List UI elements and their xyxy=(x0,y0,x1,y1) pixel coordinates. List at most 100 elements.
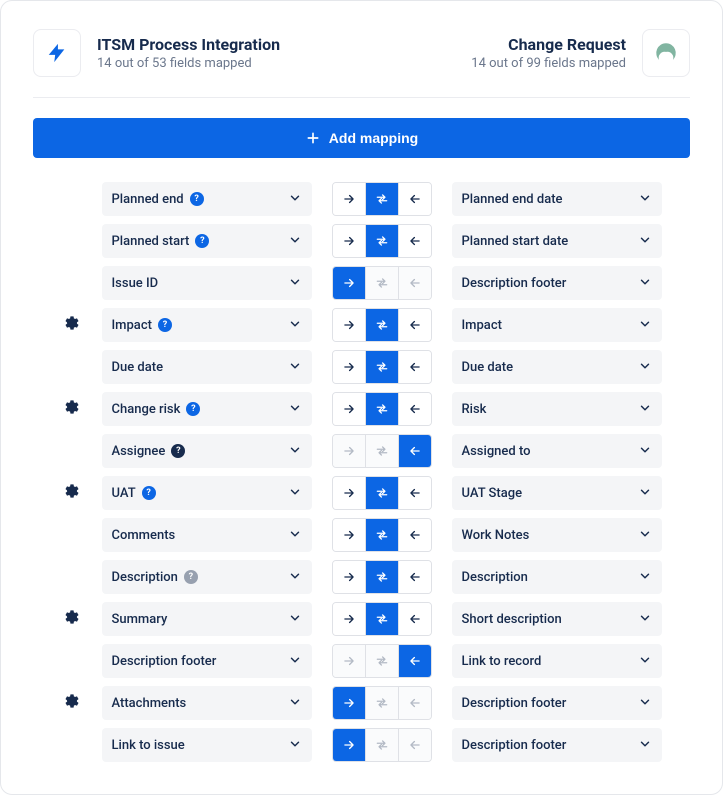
direction-toggle xyxy=(332,518,432,552)
help-icon[interactable]: ? xyxy=(190,192,204,206)
right-field-select[interactable]: Short description xyxy=(452,602,662,636)
direction-left-button[interactable] xyxy=(398,645,431,677)
direction-left-button xyxy=(398,729,431,761)
right-field-select[interactable]: Description footer xyxy=(452,728,662,762)
direction-left-button[interactable] xyxy=(398,519,431,551)
direction-both-button[interactable] xyxy=(365,561,398,593)
direction-both-button[interactable] xyxy=(365,477,398,509)
direction-right-button[interactable] xyxy=(333,603,365,635)
direction-toggle xyxy=(332,266,432,300)
direction-right-button[interactable] xyxy=(333,225,365,257)
direction-right-button[interactable] xyxy=(333,729,365,761)
right-field-select[interactable]: Impact xyxy=(452,308,662,342)
field-label-text: Description footer xyxy=(462,276,567,291)
right-field-select[interactable]: Description footer xyxy=(452,266,662,300)
gear-icon[interactable] xyxy=(64,693,80,713)
mapping-row: Planned end? Planned end date xyxy=(33,182,690,216)
direction-right-button xyxy=(333,435,365,467)
gear-cell xyxy=(62,399,82,419)
direction-right-button[interactable] xyxy=(333,309,365,341)
help-icon[interactable]: ? xyxy=(171,444,185,458)
direction-left-button[interactable] xyxy=(398,393,431,425)
source-app-icon xyxy=(33,29,81,77)
right-field-label: Planned start date xyxy=(462,234,569,249)
direction-both-button[interactable] xyxy=(365,351,398,383)
direction-toggle xyxy=(332,224,432,258)
direction-both-button[interactable] xyxy=(365,519,398,551)
right-field-select[interactable]: Planned end date xyxy=(452,182,662,216)
chevron-down-icon xyxy=(288,274,302,293)
direction-toggle xyxy=(332,350,432,384)
right-field-select[interactable]: Link to record xyxy=(452,644,662,678)
direction-both-button[interactable] xyxy=(365,183,398,215)
left-field-select[interactable]: Attachments xyxy=(102,686,312,720)
gear-icon[interactable] xyxy=(64,315,80,335)
field-label-text: Work Notes xyxy=(462,528,530,543)
right-field-select[interactable]: Work Notes xyxy=(452,518,662,552)
gear-icon[interactable] xyxy=(64,483,80,503)
direction-right-button[interactable] xyxy=(333,687,365,719)
left-field-select[interactable]: Change risk? xyxy=(102,392,312,426)
right-field-select[interactable]: Due date xyxy=(452,350,662,384)
direction-left-button[interactable] xyxy=(398,309,431,341)
left-field-select[interactable]: Description? xyxy=(102,560,312,594)
direction-right-button[interactable] xyxy=(333,561,365,593)
direction-right-button[interactable] xyxy=(333,519,365,551)
left-field-select[interactable]: Due date xyxy=(102,350,312,384)
gear-icon[interactable] xyxy=(64,609,80,629)
left-field-label: Issue ID xyxy=(112,276,159,291)
direction-both-button[interactable] xyxy=(365,309,398,341)
header-left-text: ITSM Process Integration 14 out of 53 fi… xyxy=(97,35,280,71)
direction-left-button[interactable] xyxy=(398,477,431,509)
direction-left-button[interactable] xyxy=(398,561,431,593)
help-icon[interactable]: ? xyxy=(186,402,200,416)
help-icon[interactable]: ? xyxy=(142,486,156,500)
direction-right-button[interactable] xyxy=(333,267,365,299)
chevron-down-icon xyxy=(288,568,302,587)
right-field-select[interactable]: Planned start date xyxy=(452,224,662,258)
help-icon[interactable]: ? xyxy=(184,570,198,584)
mapping-row: Planned start? Planned start date xyxy=(33,224,690,258)
right-field-label: Description footer xyxy=(462,696,567,711)
direction-left-button[interactable] xyxy=(398,225,431,257)
right-field-select[interactable]: UAT Stage xyxy=(452,476,662,510)
field-label-text: Comments xyxy=(112,528,176,543)
right-field-select[interactable]: Description footer xyxy=(452,686,662,720)
left-field-select[interactable]: Impact? xyxy=(102,308,312,342)
gear-icon[interactable] xyxy=(64,399,80,419)
direction-left-button[interactable] xyxy=(398,183,431,215)
right-field-select[interactable]: Assigned to xyxy=(452,434,662,468)
left-field-select[interactable]: Link to issue xyxy=(102,728,312,762)
left-field-select[interactable]: Description footer xyxy=(102,644,312,678)
field-label-text: Planned end xyxy=(112,192,184,207)
right-field-select[interactable]: Risk xyxy=(452,392,662,426)
direction-right-button[interactable] xyxy=(333,351,365,383)
help-icon[interactable]: ? xyxy=(195,234,209,248)
left-field-select[interactable]: Comments xyxy=(102,518,312,552)
help-icon[interactable]: ? xyxy=(158,318,172,332)
left-field-select[interactable]: Planned start? xyxy=(102,224,312,258)
left-field-select[interactable]: Assignee? xyxy=(102,434,312,468)
left-field-select[interactable]: Planned end? xyxy=(102,182,312,216)
direction-left-button[interactable] xyxy=(398,351,431,383)
direction-right-button[interactable] xyxy=(333,183,365,215)
chevron-down-icon xyxy=(288,442,302,461)
direction-right-button[interactable] xyxy=(333,393,365,425)
field-label-text: Planned start xyxy=(112,234,190,249)
direction-toggle xyxy=(332,686,432,720)
add-mapping-button[interactable]: Add mapping xyxy=(33,118,690,158)
left-field-select[interactable]: Issue ID xyxy=(102,266,312,300)
direction-both-button[interactable] xyxy=(365,393,398,425)
right-field-select[interactable]: Description xyxy=(452,560,662,594)
left-field-select[interactable]: Summary xyxy=(102,602,312,636)
right-field-label: Planned end date xyxy=(462,192,563,207)
direction-both-button[interactable] xyxy=(365,603,398,635)
direction-toggle xyxy=(332,182,432,216)
direction-left-button[interactable] xyxy=(398,603,431,635)
direction-right-button[interactable] xyxy=(333,477,365,509)
chevron-down-icon xyxy=(638,358,652,377)
direction-both-button[interactable] xyxy=(365,225,398,257)
mapping-row: Impact? Impact xyxy=(33,308,690,342)
direction-left-button[interactable] xyxy=(398,435,431,467)
left-field-select[interactable]: UAT? xyxy=(102,476,312,510)
